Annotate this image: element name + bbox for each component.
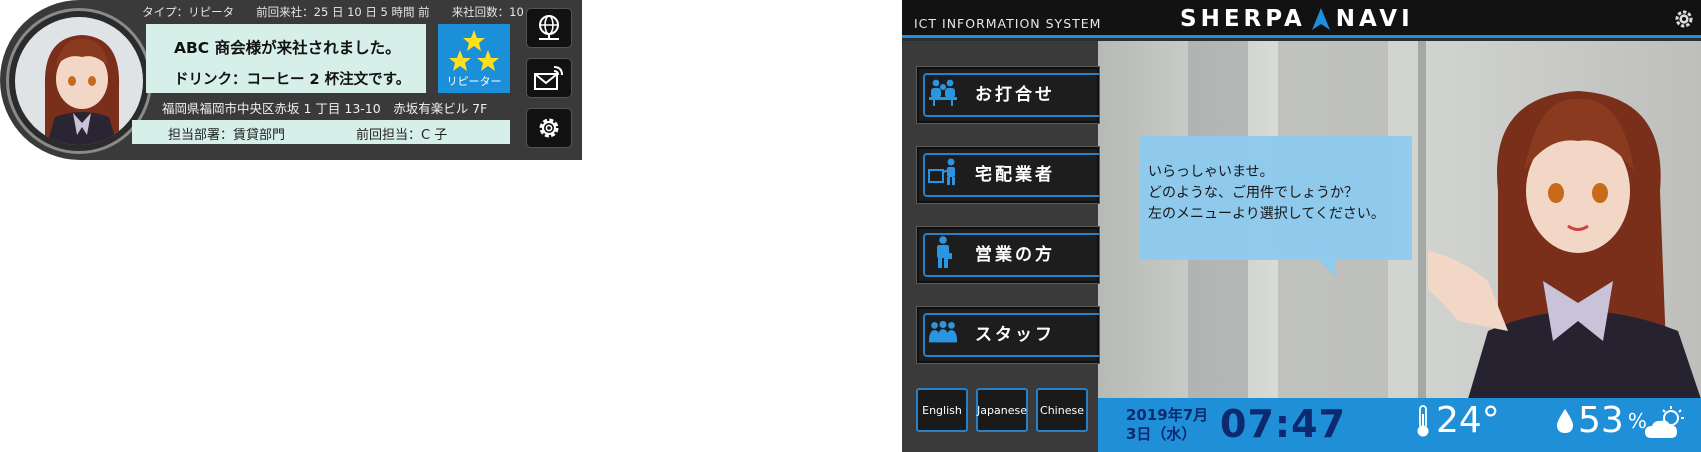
visit-meta: タイプ：リピータ 前回来社：25 日 10 日 5 時間 前 来社回数：10 xyxy=(142,2,524,22)
bubble-line-2: どのような、ご用件でしょうか？ xyxy=(1148,185,1358,201)
visit-count: 来社回数：10 xyxy=(451,5,524,19)
visitor-address: 福岡県福岡市中央区赤坂 1 丁目 13-10 赤坂有楽ビル 7F xyxy=(162,101,488,116)
logo-left-text: SHERPA xyxy=(1180,6,1306,32)
lang-english-button[interactable]: English xyxy=(916,388,968,432)
humidity-readout: 53% xyxy=(1556,400,1647,441)
drink-order-message: ドリンク：コーヒー 2 杯注文です。 xyxy=(174,72,411,88)
globe-network-icon xyxy=(539,15,559,40)
meeting-icon xyxy=(927,76,959,108)
visitor-notification-card: タイプ：リピータ 前回来社：25 日 10 日 5 時間 前 来社回数：10 A… xyxy=(0,0,582,160)
clock: 07:47 xyxy=(1220,402,1346,446)
menu-label: 宅配業者 xyxy=(975,165,1055,185)
menu-item-delivery[interactable]: 宅配業者 xyxy=(916,146,1100,204)
network-button[interactable] xyxy=(526,8,572,48)
delivery-icon xyxy=(927,156,959,188)
repeater-badge: リピーター xyxy=(438,24,510,93)
temperature-value: 24° xyxy=(1436,400,1500,441)
repeater-label: リピーター xyxy=(446,75,502,88)
brand-logo: SHERPA NAVI xyxy=(1180,6,1414,32)
staff-icon xyxy=(927,316,959,348)
bubble-line-3: 左のメニューより選択してください。 xyxy=(1148,206,1385,222)
speech-bubble: いらっしゃいませ。 どのような、ご用件でしょうか？ 左のメニューより選択してくだ… xyxy=(1140,136,1412,260)
date-display: 2019年7月 3日（水） xyxy=(1126,406,1208,444)
mail-wireless-icon xyxy=(534,66,563,90)
lang-chinese-button[interactable]: Chinese xyxy=(1036,388,1088,432)
menu-label: 営業の方 xyxy=(975,245,1055,265)
menu-item-sales[interactable]: 営業の方 xyxy=(916,226,1100,284)
kiosk-header: ICT INFORMATION SYSTEM SHERPA NAVI xyxy=(902,0,1701,38)
bubble-line-1: いらっしゃいませ。 xyxy=(1148,164,1274,180)
thermometer-icon xyxy=(1417,404,1429,436)
settings-button[interactable] xyxy=(526,108,572,148)
receptionist-character xyxy=(1428,91,1701,399)
visitor-type: タイプ：リピータ xyxy=(142,5,235,19)
temperature-readout: 24° xyxy=(1416,400,1500,441)
assignment-box: 担当部署：賃貸部門 前回担当：C 子 xyxy=(132,120,510,144)
kiosk-screen: ICT INFORMATION SYSTEM SHERPA NAVI お打合せ … xyxy=(902,0,1701,452)
kiosk-settings-button[interactable] xyxy=(1673,8,1695,34)
humidity-value: 53 xyxy=(1578,400,1624,441)
date-day: 3日（水） xyxy=(1126,425,1197,443)
water-drop-icon xyxy=(1557,408,1573,433)
message-box: ABC 商会様が来社されました。 ドリンク：コーヒー 2 杯注文です。 xyxy=(146,24,426,93)
avatar xyxy=(6,8,152,154)
menu-label: お打合せ xyxy=(975,85,1055,105)
department: 担当部署：賃貸部門 xyxy=(168,128,286,143)
status-bar: 2019年7月 3日（水） 07:47 24° 53% xyxy=(1098,398,1701,452)
speech-bubble-tail xyxy=(1314,254,1336,278)
previous-person: 前回担当：C 子 xyxy=(356,128,448,143)
partly-cloudy-icon xyxy=(1643,404,1687,448)
menu-label: スタッフ xyxy=(975,325,1055,345)
last-visit: 前回来社：25 日 10 日 5 時間 前 xyxy=(256,5,430,19)
gear-icon xyxy=(539,118,559,138)
stars-icon xyxy=(449,30,499,71)
date-month: 2019年7月 xyxy=(1126,406,1209,424)
lang-japanese-button[interactable]: Japanese xyxy=(976,388,1028,432)
system-title: ICT INFORMATION SYSTEM xyxy=(914,16,1102,31)
logo-right-text: NAVI xyxy=(1335,6,1414,32)
gear-icon xyxy=(1675,10,1693,28)
menu-item-staff[interactable]: スタッフ xyxy=(916,306,1100,364)
salesperson-icon xyxy=(927,236,959,268)
arrival-message: ABC 商会様が来社されました。 xyxy=(174,39,401,57)
logo-peak-icon xyxy=(1311,8,1330,30)
menu-item-meeting[interactable]: お打合せ xyxy=(916,66,1100,124)
mail-button[interactable] xyxy=(526,58,572,98)
